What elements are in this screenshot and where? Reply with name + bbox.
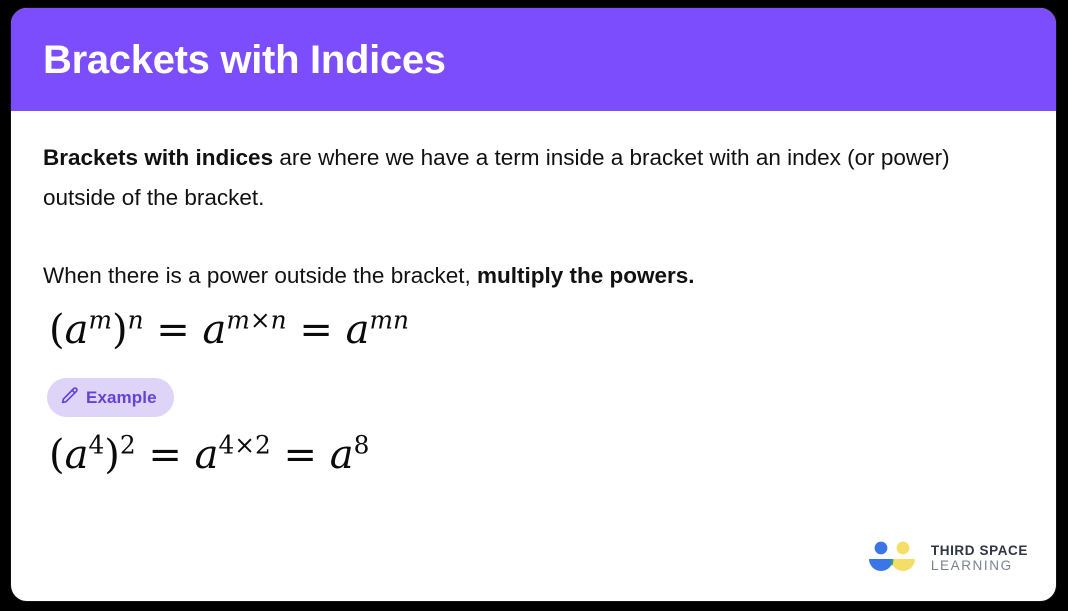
example-base-3: a xyxy=(329,432,354,478)
formula-product-exponent: m×n xyxy=(226,305,287,335)
page-title: Brackets with Indices xyxy=(43,37,446,82)
open-paren: ( xyxy=(49,307,65,353)
lesson-card: Brackets with Indices Brackets with indi… xyxy=(10,7,1057,602)
example-equals-sign-1: = xyxy=(148,432,182,478)
brand-logo: THIRD SPACE LEARNING xyxy=(866,541,1028,575)
formula-base-2: a xyxy=(202,307,227,353)
card-body: Brackets with indices are where we have … xyxy=(11,111,1056,601)
brand-name-line-2: LEARNING xyxy=(930,558,1013,573)
example-open-paren: ( xyxy=(49,432,65,478)
formula-outer-exponent-1: n xyxy=(127,305,144,335)
equals-sign-1: = xyxy=(156,307,190,353)
example-equals-sign-2: = xyxy=(283,432,318,478)
definition-paragraph: Brackets with indices are where we have … xyxy=(43,111,1018,218)
formula-base-1: a xyxy=(64,307,89,353)
definition-term: Brackets with indices xyxy=(43,145,274,170)
example-outer-exponent: 2 xyxy=(119,430,136,460)
brand-logo-text: THIRD SPACE LEARNING xyxy=(930,542,1028,573)
equals-sign-2: = xyxy=(299,307,333,353)
formula-result-exponent: mn xyxy=(369,305,409,335)
rule-text: When there is a power outside the bracke… xyxy=(43,263,477,288)
brand-name-line-1: THIRD SPACE xyxy=(930,542,1028,558)
example-base-1: a xyxy=(64,432,89,478)
example-badge-row: Example xyxy=(43,350,1024,417)
example-product-exponent: 4×2 xyxy=(218,430,271,460)
example-badge-label: Example xyxy=(86,388,157,407)
close-paren: ) xyxy=(111,307,128,353)
formula-inner-exponent-1: m xyxy=(88,305,112,335)
formula-base-3: a xyxy=(345,307,370,353)
third-space-learning-mark-icon xyxy=(866,541,920,575)
general-formula: (am)n = am×n = amn xyxy=(43,296,1024,350)
rule-paragraph: When there is a power outside the bracke… xyxy=(43,218,1018,296)
pencil-icon xyxy=(60,386,79,409)
example-result-exponent: 8 xyxy=(353,430,370,460)
rule-emphasis: multiply the powers. xyxy=(476,263,695,288)
example-base-2: a xyxy=(194,432,219,478)
example-badge: Example xyxy=(47,378,174,417)
card-header: Brackets with Indices xyxy=(11,8,1056,111)
example-formula: (a4)2 = a4×2 = a8 xyxy=(43,417,1024,475)
example-inner-exponent: 4 xyxy=(88,430,105,460)
example-close-paren: ) xyxy=(104,432,120,478)
